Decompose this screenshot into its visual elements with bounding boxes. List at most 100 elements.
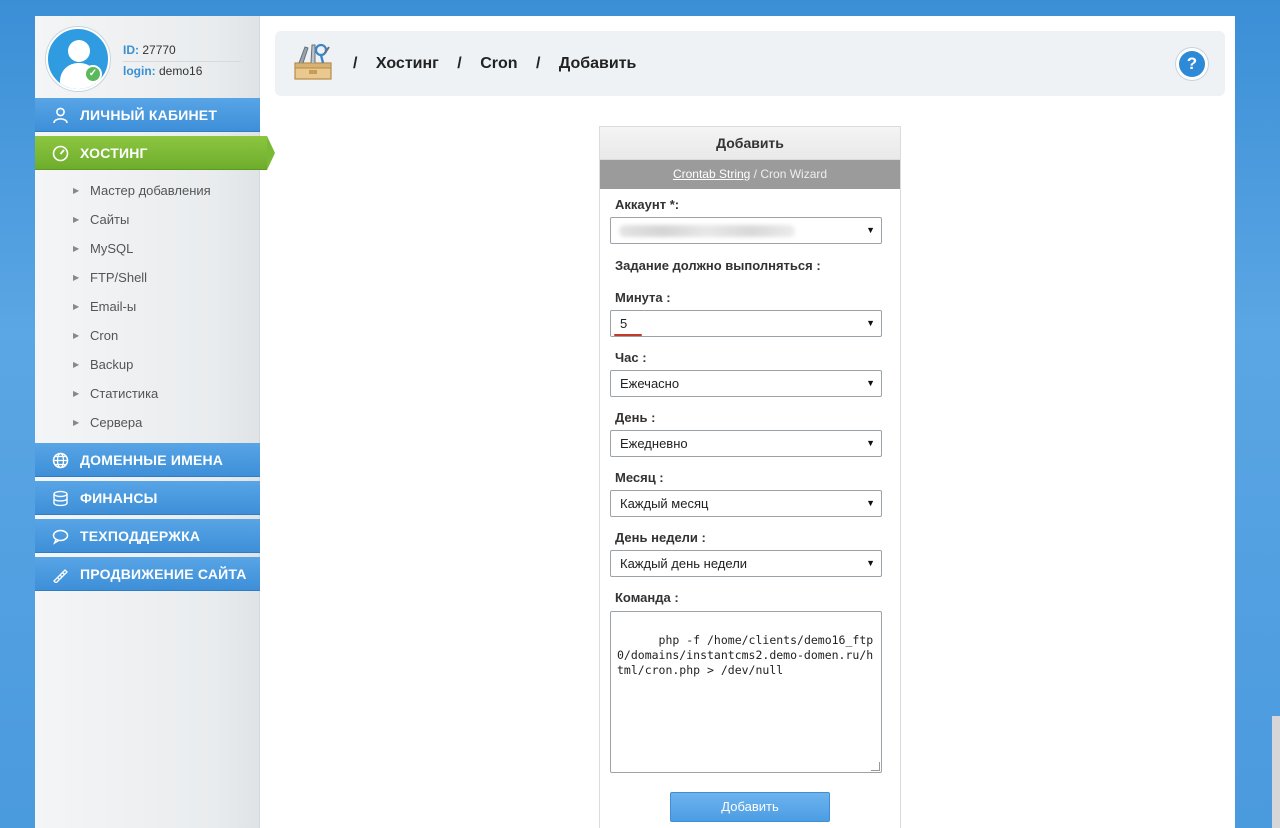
submenu-item-label: FTP/Shell — [90, 270, 148, 285]
nav-domains[interactable]: ДОМЕННЫЕ ИМЕНА — [35, 443, 260, 477]
month-value: Каждый месяц — [620, 496, 709, 511]
dropdown-arrow-icon: ▼ — [866, 438, 875, 448]
minute-underline-mark — [614, 334, 642, 336]
submenu-item-label: Статистика — [90, 386, 159, 401]
login-value: demo16 — [159, 64, 203, 78]
chevron-right-icon: ▶ — [73, 215, 80, 224]
nav-finance[interactable]: ФИНАНСЫ — [35, 481, 260, 515]
submenu-item-label: Email-ы — [90, 299, 137, 314]
submenu-item[interactable]: ▶ Статистика — [35, 379, 260, 408]
help-button[interactable]: ? — [1179, 51, 1205, 77]
chevron-right-icon: ▶ — [73, 331, 80, 340]
weekday-select[interactable]: Каждый день недели ▼ — [610, 550, 882, 577]
nav-hosting[interactable]: ХОСТИНГ — [35, 136, 275, 170]
submenu-item[interactable]: ▶ Email-ы — [35, 292, 260, 321]
submenu-item[interactable]: ▶ Backup — [35, 350, 260, 379]
id-label: ID: — [123, 43, 139, 57]
chevron-right-icon: ▶ — [73, 273, 80, 282]
profile-info: ID: 27770 login: demo16 — [123, 40, 241, 82]
dropdown-arrow-icon: ▼ — [866, 225, 875, 235]
tab-cron-wizard[interactable]: Cron Wizard — [760, 167, 827, 181]
month-select[interactable]: Каждый месяц ▼ — [610, 490, 882, 517]
command-textarea[interactable]: php -f /home/clients/demo16_ftp0/domains… — [610, 611, 882, 773]
nav-personal-label: ЛИЧНЫЙ КАБИНЕТ — [80, 107, 218, 123]
schedule-label: Задание должно выполняться : — [615, 258, 821, 273]
nav-promotion[interactable]: ПРОДВИЖЕНИЕ САЙТА — [35, 557, 260, 591]
account-value-redacted — [619, 225, 795, 237]
tab-crontab-string[interactable]: Crontab String — [673, 167, 750, 181]
submenu-item-label: Cron — [90, 328, 119, 343]
submenu-item[interactable]: ▶ Мастер добавления — [35, 176, 260, 205]
weekday-value: Каждый день недели — [620, 556, 748, 571]
command-value: php -f /home/clients/demo16_ftp0/domains… — [617, 633, 874, 677]
nav-support-label: ТЕХПОДДЕРЖКА — [80, 528, 201, 544]
submenu-item-label: MySQL — [90, 241, 134, 256]
breadcrumb-bar: / Хостинг / Cron / Добавить ? — [275, 31, 1225, 96]
day-select[interactable]: Ежедневно ▼ — [610, 430, 882, 457]
chevron-right-icon: ▶ — [73, 360, 80, 369]
minute-label: Минута : — [615, 290, 671, 305]
verified-check-icon: ✓ — [84, 65, 102, 83]
month-label: Месяц : — [615, 470, 664, 485]
tab-separator: / — [753, 167, 758, 181]
day-label: День : — [615, 410, 656, 425]
breadcrumb-hosting[interactable]: Хостинг — [376, 55, 439, 72]
weekday-label: День недели : — [615, 530, 706, 545]
nav-domains-label: ДОМЕННЫЕ ИМЕНА — [80, 452, 224, 468]
breadcrumb-add: Добавить — [558, 55, 637, 72]
breadcrumb-separator: / — [353, 55, 358, 72]
chevron-right-icon: ▶ — [73, 186, 80, 195]
sidebar: ✓ ID: 27770 login: demo16 ЛИЧНЫЙ КАБИНЕТ… — [35, 16, 275, 828]
page-scrollbar[interactable] — [1272, 716, 1280, 828]
day-value: Ежедневно — [620, 436, 688, 451]
add-cron-form: Добавить Crontab String / Cron Wizard Ак… — [599, 126, 901, 828]
avatar-head — [68, 40, 90, 62]
login-label: login: — [123, 64, 156, 78]
submenu-item-label: Сайты — [90, 212, 130, 227]
resize-grip-icon[interactable] — [871, 762, 880, 771]
chat-bubble-icon — [52, 529, 69, 545]
breadcrumb-cron[interactable]: Cron — [480, 55, 517, 72]
chevron-right-icon: ▶ — [73, 244, 80, 253]
hour-value: Ежечасно — [620, 376, 680, 391]
globe-icon — [52, 452, 69, 469]
speedometer-icon — [52, 145, 69, 162]
submenu-item[interactable]: ▶ Сервера — [35, 408, 260, 437]
pencil-ruler-icon — [53, 569, 68, 583]
chevron-right-icon: ▶ — [73, 302, 80, 311]
nav-promotion-label: ПРОДВИЖЕНИЕ САЙТА — [80, 566, 247, 582]
coins-icon — [53, 490, 68, 507]
id-value: 27770 — [142, 43, 176, 57]
minute-value: 5 — [620, 316, 628, 331]
form-title: Добавить — [600, 127, 900, 160]
account-label: Аккаунт *: — [615, 197, 680, 212]
dropdown-arrow-icon: ▼ — [866, 318, 875, 328]
hosting-submenu: ▶ Мастер добавления ▶ Сайты ▶ MySQL ▶ FTP/Shell… — [35, 176, 260, 437]
breadcrumb-separator: / — [535, 55, 541, 72]
submenu-item[interactable]: ▶ Cron — [35, 321, 260, 350]
avatar[interactable]: ✓ — [46, 27, 110, 91]
account-select[interactable]: ▼ — [610, 217, 882, 244]
submenu-item-label: Мастер добавления — [90, 183, 211, 198]
dropdown-arrow-icon: ▼ — [866, 558, 875, 568]
hour-label: Час : — [615, 350, 647, 365]
nav-support[interactable]: ТЕХПОДДЕРЖКА — [35, 519, 260, 553]
user-icon — [53, 107, 68, 124]
dropdown-arrow-icon: ▼ — [866, 378, 875, 388]
submenu-item-label: Сервера — [90, 415, 143, 430]
dropdown-arrow-icon: ▼ — [866, 498, 875, 508]
toolbox-icon — [294, 43, 332, 80]
submenu-item-label: Backup — [90, 357, 134, 372]
add-button[interactable]: Добавить — [670, 792, 830, 822]
main-window: ✓ ID: 27770 login: demo16 ЛИЧНЫЙ КАБИНЕТ… — [35, 16, 1235, 828]
command-label: Команда : — [615, 590, 679, 605]
minute-select[interactable]: 5 ▼ — [610, 310, 882, 337]
submenu-item[interactable]: ▶ FTP/Shell — [35, 263, 260, 292]
nav-personal-cabinet[interactable]: ЛИЧНЫЙ КАБИНЕТ — [35, 98, 260, 132]
submenu-item[interactable]: ▶ Сайты — [35, 205, 260, 234]
submenu-item[interactable]: ▶ MySQL — [35, 234, 260, 263]
nav-finance-label: ФИНАНСЫ — [80, 490, 158, 506]
chevron-right-icon: ▶ — [73, 389, 80, 398]
hour-select[interactable]: Ежечасно ▼ — [610, 370, 882, 397]
breadcrumb: / Хостинг / Cron / Добавить — [353, 31, 650, 96]
